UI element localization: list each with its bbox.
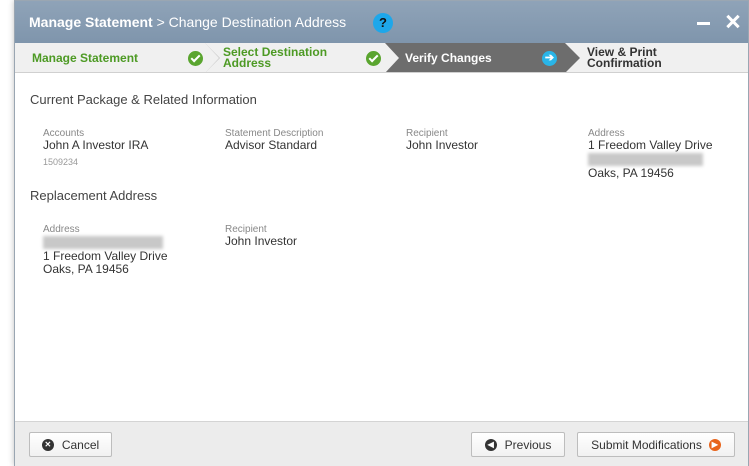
help-icon[interactable]: ?: [373, 13, 393, 33]
submit-modifications-button[interactable]: Submit Modifications ▶: [577, 432, 735, 457]
accounts-value: John A Investor IRA: [43, 138, 149, 152]
cancel-button-label: Cancel: [61, 437, 100, 452]
check-circle-icon: [188, 51, 203, 66]
address-label: Address: [43, 224, 80, 235]
redacted-address-line: [43, 236, 163, 249]
window-title: Manage Statement > Change Destination Ad…: [29, 1, 346, 43]
section-title-current: Current Package & Related Information: [30, 92, 257, 107]
title-bar: Manage Statement > Change Destination Ad…: [15, 1, 748, 43]
accounts-field: Accounts John A Investor IRA 1509234: [43, 128, 148, 169]
arrow-right-icon: ▶: [708, 438, 721, 451]
dialog-content: Current Package & Related Information Ac…: [15, 74, 748, 421]
arrow-left-icon: ◀: [484, 438, 497, 451]
previous-button-label: Previous: [504, 437, 552, 452]
account-number: 1509234: [43, 157, 79, 167]
recipient-value: John Investor: [406, 138, 479, 152]
step-label: Verify Changes: [405, 50, 492, 65]
previous-button[interactable]: ◀ Previous: [471, 432, 565, 457]
statement-description-field: Statement Description Advisor Standard: [225, 128, 323, 152]
minimize-button[interactable]: [688, 1, 718, 43]
title-rest: > Change Destination Address: [152, 14, 347, 30]
current-address-field: Address 1 Freedom Valley Drive Oaks, PA …: [588, 128, 738, 180]
step-label-line2: Address: [223, 56, 272, 70]
step-select-destination: Select Destination Address: [205, 43, 385, 72]
replacement-address-field: Address 1 Freedom Valley Drive Oaks, PA …: [43, 224, 193, 276]
section-title-replacement: Replacement Address: [30, 188, 158, 203]
submit-button-label: Submit Modifications: [591, 437, 702, 452]
statement-description-value: Advisor Standard: [225, 138, 318, 152]
step-label: Manage Statement: [32, 50, 139, 65]
wizard-stepper: Manage Statement Select Destination Addr…: [15, 43, 748, 73]
cancel-button[interactable]: ✕ Cancel: [29, 432, 112, 457]
close-button[interactable]: [718, 1, 748, 43]
address-line1: 1 Freedom Valley Drive: [588, 138, 713, 152]
title-bold: Manage Statement: [29, 14, 153, 30]
recipient-value: John Investor: [225, 234, 298, 248]
cancel-x-icon: ✕: [41, 438, 54, 451]
redacted-address-line: [588, 153, 703, 166]
address-line3: Oaks, PA 19456: [588, 166, 674, 180]
check-circle-icon: [366, 51, 381, 66]
dialog-footer: ✕ Cancel ◀ Previous Submit Modifications…: [15, 421, 748, 466]
arrow-right-circle-icon: ➔: [542, 51, 557, 66]
step-label-line2: Confirmation: [587, 56, 662, 70]
recipient-field: Recipient John Investor: [406, 128, 478, 152]
step-view-print: View & Print Confirmation: [565, 43, 748, 72]
step-verify-changes: Verify Changes ➔: [385, 43, 565, 72]
step-manage-statement: Manage Statement: [15, 43, 205, 72]
replacement-recipient-field: Recipient John Investor: [225, 224, 297, 248]
minimize-icon: [697, 22, 710, 25]
dialog-window: Manage Statement > Change Destination Ad…: [14, 0, 749, 466]
address-line3: Oaks, PA 19456: [43, 262, 129, 276]
